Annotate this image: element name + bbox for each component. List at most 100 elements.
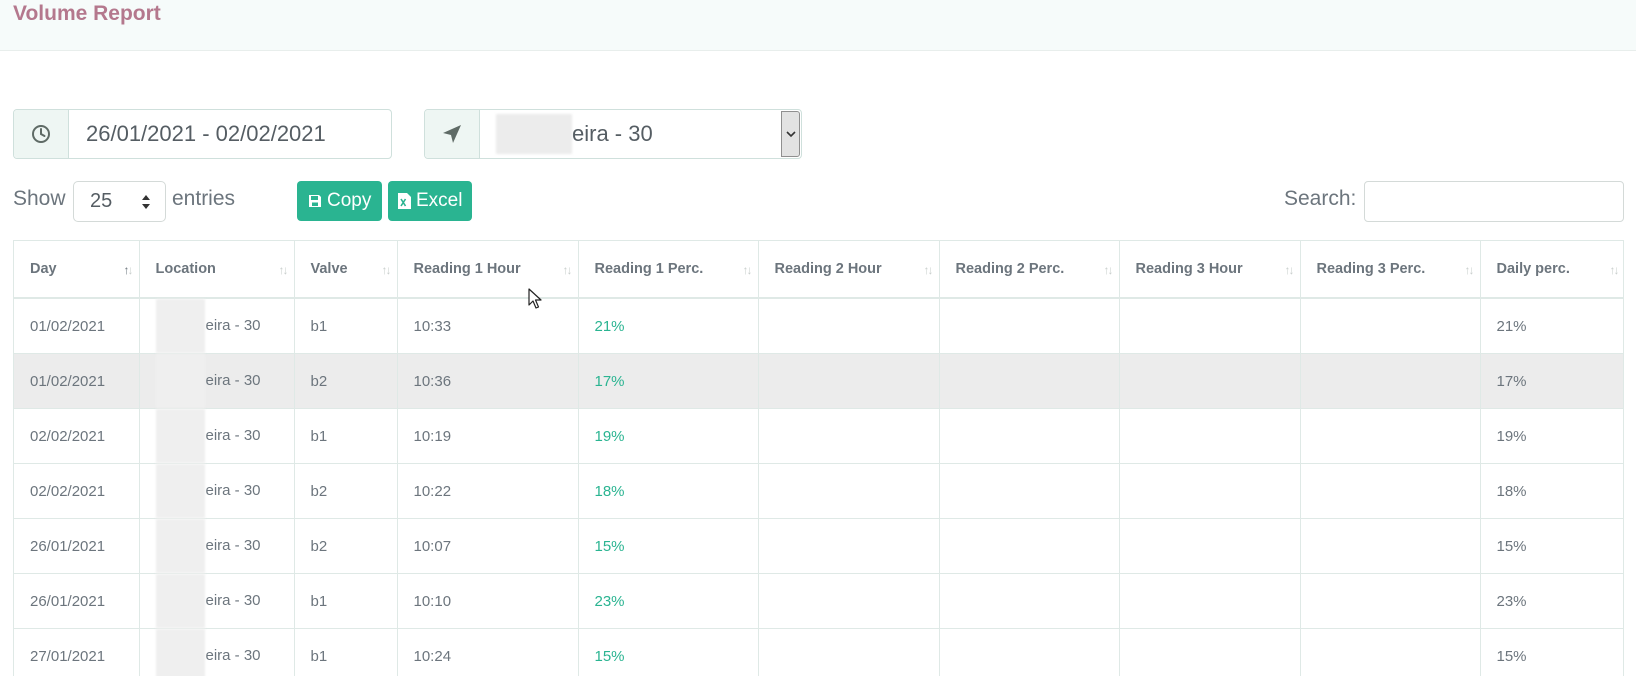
table-cell-r3-perc — [1300, 408, 1481, 464]
table-cell-r2-perc — [939, 408, 1120, 464]
column-header-reading-3-perc[interactable]: Reading 3 Perc. ↑↓ — [1300, 241, 1481, 299]
show-label: Show — [13, 187, 66, 210]
entries-select[interactable]: 25 — [73, 181, 166, 222]
table-cell-r2-perc — [939, 518, 1120, 574]
table-cell-r2-hour — [758, 628, 940, 676]
column-header-label: Location — [155, 261, 216, 277]
page-header: Volume Report — [0, 0, 1636, 51]
table-cell-r1-hour: 10:24 — [397, 628, 579, 676]
column-header-label: Daily perc. — [1496, 261, 1570, 277]
date-range-group[interactable]: 26/01/2021 - 02/02/2021 — [13, 109, 392, 159]
volume-table: Day ↑↓ Location ↑↓ Valve ↑↓ Reading 1 Hour ↑… — [14, 241, 1623, 676]
excel-button[interactable]: Excel — [388, 181, 472, 221]
table-cell-daily: 23% — [1480, 573, 1623, 629]
column-header-valve[interactable]: Valve ↑↓ — [294, 241, 398, 299]
table-cell-r2-perc — [939, 628, 1120, 676]
table-cell-r3-hour — [1119, 298, 1301, 354]
table-cell-r1-hour: 10:22 — [397, 463, 579, 519]
table-cell-r1-perc: 15% — [578, 628, 759, 676]
table-row[interactable]: 01/02/2021 eira - 30 b1 10:33 21% 21% — [14, 298, 1623, 354]
location-text: eira - 30 — [205, 591, 261, 609]
location-select-group[interactable]: eira - 30 — [424, 109, 802, 159]
table-cell-day: 27/01/2021 — [14, 628, 140, 676]
table-cell-daily: 21% — [1480, 298, 1623, 354]
table-cell-day: 26/01/2021 — [14, 518, 140, 574]
table-cell-r3-hour — [1119, 573, 1301, 629]
copy-button-label: Copy — [327, 190, 372, 211]
table-cell-daily: 18% — [1480, 463, 1623, 519]
table-cell-valve: b1 — [294, 573, 398, 629]
table-row[interactable]: 02/02/2021 eira - 30 b1 10:19 19% 19% — [14, 408, 1623, 464]
table-cell-r3-perc — [1300, 628, 1481, 676]
column-header-reading-1-perc[interactable]: Reading 1 Perc. ↑↓ — [578, 241, 759, 299]
table-cell-location: eira - 30 — [139, 353, 295, 409]
redacted-area — [155, 519, 205, 573]
table-cell-valve: b1 — [294, 298, 398, 354]
table-cell-r3-perc — [1300, 353, 1481, 409]
table-header-row: Day ↑↓ Location ↑↓ Valve ↑↓ Reading 1 Hour ↑… — [14, 241, 1623, 299]
table-cell-r2-perc — [939, 298, 1120, 354]
sort-icon: ↑↓ — [1464, 263, 1475, 277]
column-header-location[interactable]: Location ↑↓ — [139, 241, 295, 299]
table-row[interactable]: 01/02/2021 eira - 30 b2 10:36 17% 17% — [14, 353, 1623, 409]
column-header-label: Reading 1 Hour — [413, 261, 521, 277]
entries-select-value: 25 — [90, 190, 113, 212]
column-header-day[interactable]: Day ↑↓ — [14, 241, 140, 299]
redacted-area — [155, 299, 205, 353]
excel-file-icon — [398, 193, 411, 209]
location-select[interactable]: eira - 30 — [480, 110, 801, 158]
chevron-down-icon[interactable] — [781, 111, 800, 157]
table-cell-location: eira - 30 — [139, 298, 295, 354]
table-cell-r3-perc — [1300, 298, 1481, 354]
table-cell-location: eira - 30 — [139, 463, 295, 519]
column-header-label: Reading 3 Hour — [1135, 261, 1243, 277]
table-cell-location: eira - 30 — [139, 628, 295, 676]
search-input[interactable] — [1364, 181, 1624, 222]
sort-icon: ↑↓ — [123, 263, 134, 277]
table-cell-day: 02/02/2021 — [14, 463, 140, 519]
clock-icon — [14, 110, 69, 158]
sort-icon: ↑↓ — [381, 263, 392, 277]
table-cell-r2-hour — [758, 353, 940, 409]
table-cell-r1-perc: 23% — [578, 573, 759, 629]
location-text: eira - 30 — [205, 536, 261, 554]
redacted-area — [155, 574, 205, 628]
sort-icon: ↑↓ — [1284, 263, 1295, 277]
table-cell-r3-hour — [1119, 518, 1301, 574]
search-label: Search: — [1284, 187, 1357, 210]
location-text: eira - 30 — [205, 426, 261, 444]
table-cell-daily: 19% — [1480, 408, 1623, 464]
table-cell-r1-perc: 15% — [578, 518, 759, 574]
sort-icon: ↑↓ — [562, 263, 573, 277]
table-cell-r2-perc — [939, 573, 1120, 629]
column-header-reading-1-hour[interactable]: Reading 1 Hour ↑↓ — [397, 241, 579, 299]
table-cell-r1-perc: 18% — [578, 463, 759, 519]
table-cell-daily: 15% — [1480, 628, 1623, 676]
table-cell-location: eira - 30 — [139, 573, 295, 629]
table-row[interactable]: 02/02/2021 eira - 30 b2 10:22 18% 18% — [14, 463, 1623, 519]
table-cell-valve: b2 — [294, 353, 398, 409]
column-header-reading-2-perc[interactable]: Reading 2 Perc. ↑↓ — [939, 241, 1120, 299]
redacted-area — [155, 464, 205, 518]
redacted-area — [155, 354, 205, 408]
table-cell-r3-perc — [1300, 518, 1481, 574]
column-header-label: Reading 2 Perc. — [955, 261, 1065, 277]
column-header-reading-3-hour[interactable]: Reading 3 Hour ↑↓ — [1119, 241, 1301, 299]
table-row[interactable]: 26/01/2021 eira - 30 b2 10:07 15% 15% — [14, 518, 1623, 574]
date-range-input[interactable]: 26/01/2021 - 02/02/2021 — [69, 110, 391, 158]
table-cell-r2-hour — [758, 518, 940, 574]
column-header-label: Day — [30, 261, 57, 277]
table-cell-r3-hour — [1119, 353, 1301, 409]
table-cell-r2-hour — [758, 573, 940, 629]
table-cell-valve: b1 — [294, 408, 398, 464]
table-cell-r3-perc — [1300, 463, 1481, 519]
table-row[interactable]: 27/01/2021 eira - 30 b1 10:24 15% 15% — [14, 628, 1623, 676]
table-row[interactable]: 26/01/2021 eira - 30 b1 10:10 23% 23% — [14, 573, 1623, 629]
sort-updown-icon — [142, 195, 150, 209]
copy-button[interactable]: Copy — [297, 181, 382, 221]
table-cell-daily: 17% — [1480, 353, 1623, 409]
column-header-daily-perc[interactable]: Daily perc. ↑↓ — [1480, 241, 1623, 299]
table-cell-valve: b1 — [294, 628, 398, 676]
table-cell-location: eira - 30 — [139, 408, 295, 464]
column-header-reading-2-hour[interactable]: Reading 2 Hour ↑↓ — [758, 241, 940, 299]
